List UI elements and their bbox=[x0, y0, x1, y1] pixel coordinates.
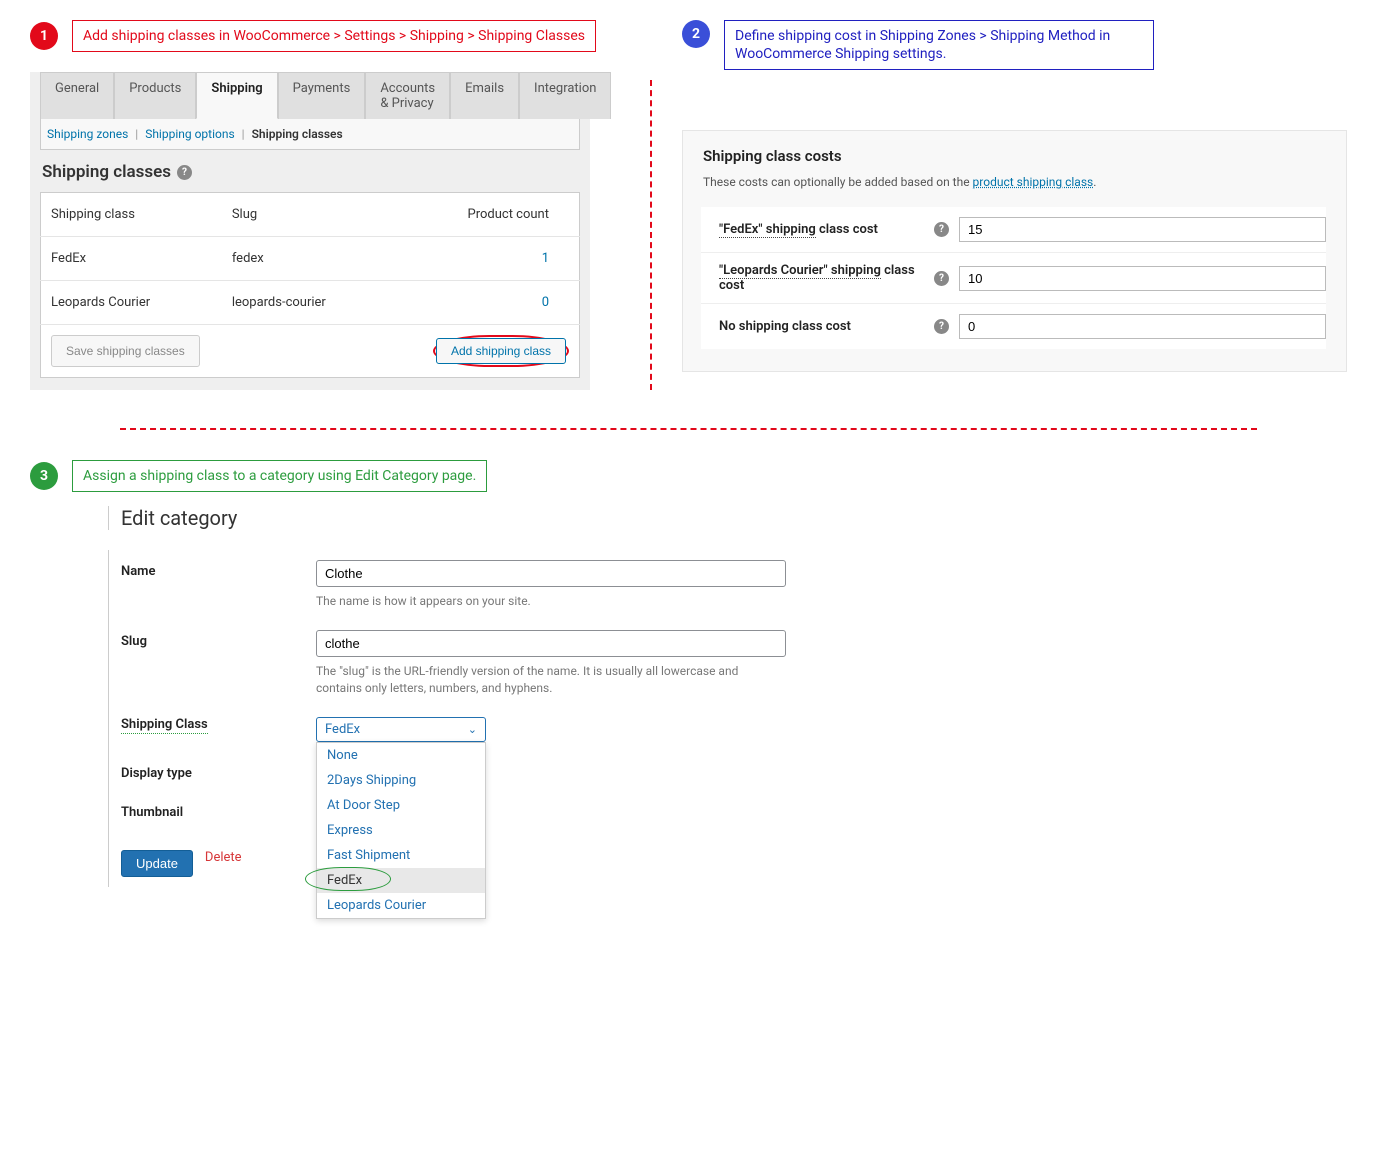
dropdown-option[interactable]: Express bbox=[317, 818, 485, 843]
help-icon[interactable]: ? bbox=[934, 271, 949, 286]
shipping-class-dropdown: None 2Days Shipping At Door Step Express… bbox=[316, 742, 486, 919]
edit-category-panel: Edit category Name The name is how it ap… bbox=[120, 506, 820, 886]
save-shipping-classes-button[interactable]: Save shipping classes bbox=[51, 335, 200, 367]
slug-input[interactable] bbox=[316, 630, 786, 657]
cost-row: "FedEx" shipping class cost ? bbox=[701, 207, 1326, 252]
cost-row: "Leopards Courier" shipping class cost ? bbox=[701, 252, 1326, 303]
product-count-link[interactable]: 1 bbox=[542, 251, 549, 266]
name-hint: The name is how it appears on your site. bbox=[316, 593, 786, 610]
shipping-class-label: Shipping Class bbox=[121, 713, 208, 734]
col-class: Shipping class bbox=[41, 193, 222, 237]
tab-integration[interactable]: Integration bbox=[519, 72, 611, 119]
shipping-classes-panel: General Products Shipping Payments Accou… bbox=[30, 72, 590, 390]
thumbnail-label: Thumbnail bbox=[121, 801, 316, 820]
tab-payments[interactable]: Payments bbox=[278, 72, 366, 119]
shipping-subnav: Shipping zones | Shipping options | Ship… bbox=[40, 119, 580, 150]
help-icon[interactable]: ? bbox=[934, 222, 949, 237]
delete-link[interactable]: Delete bbox=[205, 850, 242, 865]
cost-row: No shipping class cost ? bbox=[701, 303, 1326, 349]
chevron-down-icon: ⌄ bbox=[468, 723, 477, 736]
table-row[interactable]: Leopards Courier leopards-courier 0 bbox=[41, 281, 580, 325]
product-shipping-class-link[interactable]: product shipping class bbox=[973, 175, 1094, 189]
col-slug: Slug bbox=[222, 193, 395, 237]
step-callout-3: Assign a shipping class to a category us… bbox=[72, 460, 487, 492]
settings-tabs: General Products Shipping Payments Accou… bbox=[40, 72, 580, 119]
subnav-options[interactable]: Shipping options bbox=[145, 127, 234, 141]
shipping-classes-table: Shipping class Slug Product count FedEx … bbox=[40, 192, 580, 325]
cost-input-leopards[interactable] bbox=[959, 266, 1326, 291]
shipping-class-selected: FedEx bbox=[325, 722, 360, 737]
name-input[interactable] bbox=[316, 560, 786, 587]
dropdown-option-selected[interactable]: FedEx bbox=[317, 868, 485, 893]
step-badge-2: 2 bbox=[682, 20, 710, 48]
table-footer: Save shipping classes Add shipping class bbox=[40, 325, 580, 378]
tab-products[interactable]: Products bbox=[114, 72, 196, 119]
cost-input-fedex[interactable] bbox=[959, 217, 1326, 242]
cost-label: No shipping class cost bbox=[719, 319, 924, 334]
horizontal-divider bbox=[120, 428, 1257, 430]
dropdown-option[interactable]: Fast Shipment bbox=[317, 843, 485, 868]
tab-emails[interactable]: Emails bbox=[450, 72, 519, 119]
annotation-ellipse: Add shipping class bbox=[433, 335, 569, 367]
class-slug: leopards-courier bbox=[222, 281, 395, 325]
update-button[interactable]: Update bbox=[121, 850, 193, 877]
dropdown-option[interactable]: None bbox=[317, 743, 485, 768]
step-badge-1: 1 bbox=[30, 22, 58, 50]
tab-accounts[interactable]: Accounts & Privacy bbox=[365, 72, 450, 119]
step-callout-2: Define shipping cost in Shipping Zones >… bbox=[724, 20, 1154, 70]
tab-shipping[interactable]: Shipping bbox=[196, 72, 277, 119]
col-count: Product count bbox=[395, 193, 580, 237]
dropdown-option[interactable]: 2Days Shipping bbox=[317, 768, 485, 793]
cost-input-none[interactable] bbox=[959, 314, 1326, 339]
costs-desc: These costs can optionally be added base… bbox=[703, 175, 1326, 189]
name-label: Name bbox=[121, 560, 316, 579]
table-row[interactable]: FedEx fedex 1 bbox=[41, 237, 580, 281]
shipping-class-select[interactable]: FedEx ⌄ bbox=[316, 717, 486, 742]
step-callout-1: Add shipping classes in WooCommerce > Se… bbox=[72, 20, 596, 52]
slug-hint: The "slug" is the URL-friendly version o… bbox=[316, 663, 786, 697]
cost-label: "FedEx" shipping class cost bbox=[719, 222, 924, 237]
shipping-classes-title: Shipping classes ? bbox=[42, 162, 578, 182]
shipping-class-costs-panel: Shipping class costs These costs can opt… bbox=[682, 130, 1347, 372]
class-name: Leopards Courier bbox=[41, 281, 222, 325]
subnav-classes: Shipping classes bbox=[252, 127, 343, 141]
dropdown-option[interactable]: Leopards Courier bbox=[317, 893, 485, 918]
product-count-link[interactable]: 0 bbox=[542, 295, 549, 310]
class-name: FedEx bbox=[41, 237, 222, 281]
step-badge-3: 3 bbox=[30, 462, 58, 490]
help-icon[interactable]: ? bbox=[934, 319, 949, 334]
tab-general[interactable]: General bbox=[40, 72, 114, 119]
cost-label: "Leopards Courier" shipping class cost bbox=[719, 263, 924, 293]
display-type-label: Display type bbox=[121, 762, 316, 781]
help-icon[interactable]: ? bbox=[177, 165, 192, 180]
slug-label: Slug bbox=[121, 630, 316, 649]
add-shipping-class-button[interactable]: Add shipping class bbox=[436, 338, 566, 364]
subnav-zones[interactable]: Shipping zones bbox=[47, 127, 128, 141]
vertical-divider bbox=[650, 80, 652, 390]
dropdown-option[interactable]: At Door Step bbox=[317, 793, 485, 818]
costs-heading: Shipping class costs bbox=[703, 147, 1326, 165]
class-slug: fedex bbox=[222, 237, 395, 281]
edit-category-heading: Edit category bbox=[108, 506, 820, 530]
